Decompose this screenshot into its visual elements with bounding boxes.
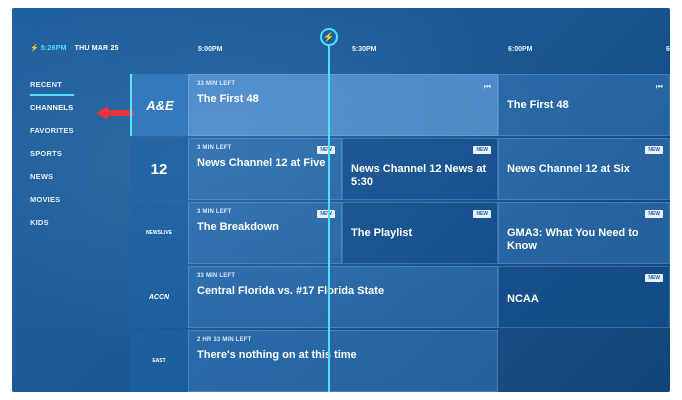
program-cell[interactable]: 33 MIN LEFT Central Florida vs. #17 Flor… [188,266,498,328]
skip-back-icon: ⏮ [655,82,663,91]
program-cell[interactable]: The First 48 ⏮ [498,74,670,136]
program-title: The First 48 [507,99,569,111]
current-time: ⚡ 5:26PM THU MAR 25 [30,44,119,52]
time-slot-1: 5:00PM [198,46,223,53]
program-title: Central Florida vs. #17 Florida State [197,285,385,297]
new-badge: NEW [473,210,491,218]
channel-logo-12[interactable]: 12 [130,138,188,200]
program-title: NCAA [507,293,539,305]
guide-nav: RECENT CHANNELS FAVORITES SPORTS NEWS MO… [30,78,120,239]
nav-favorites[interactable]: FAVORITES [30,124,120,147]
new-badge: NEW [645,210,663,218]
program-cell[interactable]: The Playlist NEW [342,202,498,264]
program-title: The Breakdown [197,221,279,233]
program-cell[interactable]: NCAA NEW [498,266,670,328]
program-cell[interactable]: 3 MIN LEFT News Channel 12 at Five NEW [188,138,342,200]
date-label: THU MAR 25 [74,45,119,52]
new-badge: NEW [317,146,335,154]
program-title: The Playlist [351,227,413,239]
nav-sports[interactable]: SPORTS [30,147,120,170]
recent-underline [30,94,74,96]
bolt-icon: ⚡ [30,45,39,52]
channel-logo-ae[interactable]: A&E [130,74,188,136]
time-slot-3: 6:00PM [508,46,533,53]
nav-recent[interactable]: RECENT [30,78,120,101]
program-title: There's nothing on at this time [197,349,357,361]
new-badge: NEW [645,146,663,154]
program-title: The First 48 [197,93,259,105]
clock-label: 5:26PM [40,45,67,52]
program-cell[interactable]: News Channel 12 at Six NEW [498,138,670,200]
program-title: News Channel 12 at Five [197,157,326,169]
nav-movies[interactable]: MOVIES [30,193,120,216]
time-left-label: 33 MIN LEFT [197,81,236,87]
new-badge: NEW [473,146,491,154]
time-slot-4: 6 [666,46,670,53]
program-title: GMA3: What You Need to Know [507,227,639,252]
time-left-label: 2 HR 33 MIN LEFT [197,337,252,343]
program-cell[interactable]: 33 MIN LEFT The First 48 ⏮ [188,74,498,136]
new-badge: NEW [317,210,335,218]
program-title: News Channel 12 News at 5:30 [351,163,487,188]
current-time-line [328,44,330,392]
channel-logo-east[interactable]: EAST [130,330,188,392]
time-left-label: 3 MIN LEFT [197,145,232,151]
time-left-label: 33 MIN LEFT [197,273,236,279]
channel-logo-accn[interactable]: ACCN [130,266,188,328]
time-slot-2: 5:30PM [352,46,377,53]
skip-back-icon: ⏮ [483,82,491,91]
new-badge: NEW [645,274,663,282]
program-title: News Channel 12 at Six [507,163,630,175]
channel-logo-newslive[interactable]: NEWSLIVE [130,202,188,264]
now-marker-icon: ⚡ [320,28,338,46]
program-cell[interactable]: 3 MIN LEFT The Breakdown NEW [188,202,342,264]
program-cell[interactable]: 2 HR 33 MIN LEFT There's nothing on at t… [188,330,498,392]
program-cell[interactable]: News Channel 12 News at 5:30 NEW [342,138,498,200]
program-cell[interactable]: GMA3: What You Need to Know NEW [498,202,670,264]
tv-guide-screen: ⚡ 5:26PM THU MAR 25 5:00PM 5:30PM 6:00PM 6… [12,8,670,392]
nav-news[interactable]: NEWS [30,170,120,193]
time-left-label: 3 MIN LEFT [197,209,232,215]
nav-kids[interactable]: KIDS [30,216,120,239]
